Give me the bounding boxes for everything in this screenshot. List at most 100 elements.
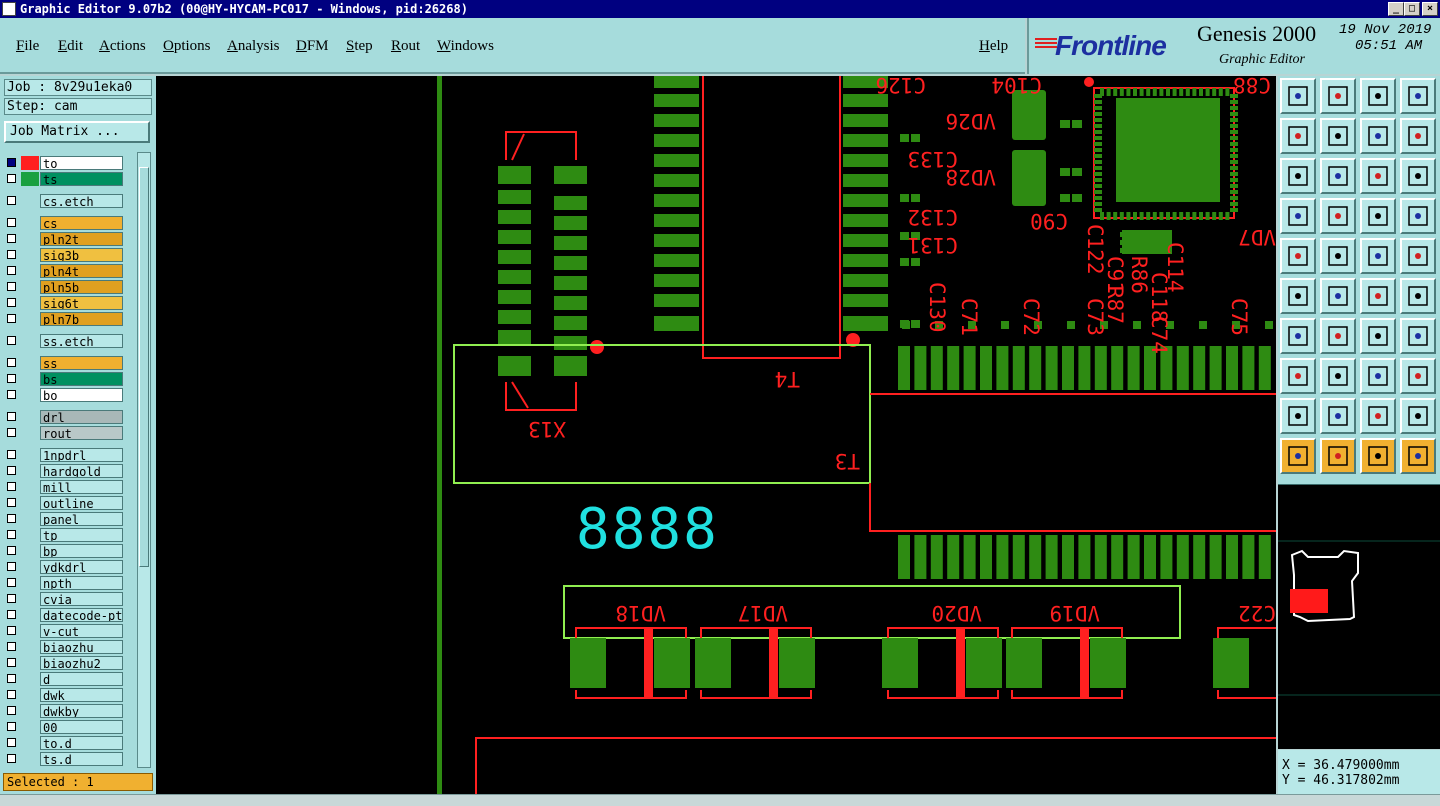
- box-tool-icon[interactable]: [1320, 238, 1356, 274]
- layer-row[interactable]: mill: [4, 480, 126, 495]
- layer-checkbox[interactable]: [7, 282, 16, 291]
- layer-color-swatch[interactable]: [21, 172, 39, 186]
- ref-label[interactable]: C75: [1227, 298, 1251, 336]
- layer-checkbox[interactable]: [7, 690, 16, 699]
- ref-label[interactable]: C114: [1163, 242, 1187, 293]
- split-tool-icon[interactable]: [1400, 78, 1436, 114]
- triangle-c-tool-icon[interactable]: [1400, 398, 1436, 434]
- page-right-tool-icon[interactable]: [1320, 118, 1356, 154]
- layer-name[interactable]: 1npdrl: [40, 448, 123, 462]
- ref-label[interactable]: C90: [1030, 209, 1068, 233]
- layer-name[interactable]: ts.d: [40, 752, 123, 766]
- grid-tool-icon[interactable]: [1320, 198, 1356, 234]
- layer-checkbox[interactable]: [7, 450, 16, 459]
- add-line-tool-icon[interactable]: [1360, 278, 1396, 314]
- layer-name[interactable]: ss: [40, 356, 123, 370]
- dot-tool-icon[interactable]: [1400, 238, 1436, 274]
- layer-row[interactable]: ts.d: [4, 752, 126, 767]
- layer-row[interactable]: npth: [4, 576, 126, 591]
- layer-row[interactable]: rout: [4, 426, 126, 441]
- layer-row[interactable]: ss.etch: [4, 334, 126, 349]
- rotate-tool-icon[interactable]: [1360, 118, 1396, 154]
- layer-checkbox[interactable]: [7, 626, 16, 635]
- layer-checkbox[interactable]: [7, 374, 16, 383]
- layer-checkbox[interactable]: [7, 578, 16, 587]
- layer-row[interactable]: pln5b: [4, 280, 126, 295]
- layer-name[interactable]: npth: [40, 576, 123, 590]
- route-tool-icon[interactable]: [1400, 438, 1436, 474]
- layer-name[interactable]: bs: [40, 372, 123, 386]
- ref-label[interactable]: C74: [1147, 316, 1171, 354]
- layer-checkbox[interactable]: [7, 428, 16, 437]
- layer-name[interactable]: pln2t: [40, 232, 123, 246]
- zoom-center-tool-icon[interactable]: [1320, 158, 1356, 194]
- layer-row[interactable]: datecode-ptc: [4, 608, 126, 623]
- gear-tool-icon[interactable]: [1400, 358, 1436, 394]
- scale-1to2-tool-icon[interactable]: [1360, 158, 1396, 194]
- ref-label[interactable]: C132: [907, 205, 958, 229]
- layer-row[interactable]: 00: [4, 720, 126, 735]
- layer-name[interactable]: bp: [40, 544, 123, 558]
- maximize-button[interactable]: □: [1404, 2, 1420, 16]
- select-poly-tool-icon[interactable]: [1360, 438, 1396, 474]
- layer-checkbox[interactable]: [7, 234, 16, 243]
- layer-row[interactable]: pln7b: [4, 312, 126, 327]
- ref-label[interactable]: T4: [775, 367, 800, 391]
- ref-label[interactable]: C104: [991, 76, 1042, 97]
- layer-checkbox[interactable]: [7, 754, 16, 763]
- cross-tool-icon[interactable]: [1320, 278, 1356, 314]
- component-t4[interactable]: [654, 76, 888, 359]
- layer-checkbox[interactable]: [7, 642, 16, 651]
- dash-tool-icon[interactable]: [1320, 358, 1356, 394]
- layer-checkbox[interactable]: [7, 738, 16, 747]
- layer-name[interactable]: bo: [40, 388, 123, 402]
- ref-label[interactable]: C71: [957, 298, 981, 336]
- ref-label[interactable]: C126: [875, 76, 926, 97]
- pcb-view[interactable]: C126 C104 C88VD26C133VD28C90C132C131 C122C9…: [156, 76, 1276, 794]
- layer-checkbox[interactable]: [7, 674, 16, 683]
- layer-checkbox[interactable]: [7, 250, 16, 259]
- arc-tool-icon[interactable]: [1360, 318, 1396, 354]
- menu-options[interactable]: Options: [163, 38, 211, 55]
- layer-name[interactable]: drl: [40, 410, 123, 424]
- layer-checkbox[interactable]: [7, 314, 16, 323]
- layer-checkbox[interactable]: [7, 498, 16, 507]
- ref-label[interactable]: VD17: [737, 601, 788, 625]
- layer-checkbox[interactable]: [7, 562, 16, 571]
- layer-name[interactable]: dwk: [40, 688, 123, 702]
- layer-name[interactable]: cvia: [40, 592, 123, 606]
- layer-scrollbar[interactable]: [137, 152, 151, 768]
- layer-checkbox[interactable]: [7, 218, 16, 227]
- layer-name[interactable]: datecode-ptc: [40, 608, 123, 622]
- layer-row[interactable]: tp: [4, 528, 126, 543]
- layer-row[interactable]: sig3b: [4, 248, 126, 263]
- node-link-tool-icon[interactable]: [1280, 278, 1316, 314]
- ref-label[interactable]: VD7: [1238, 225, 1276, 249]
- menu-windows[interactable]: Windows: [437, 38, 494, 55]
- layer-name[interactable]: pln4t: [40, 264, 123, 278]
- app-icon[interactable]: [2, 2, 16, 16]
- layer-checkbox[interactable]: [7, 658, 16, 667]
- layer-row[interactable]: ts: [4, 172, 126, 187]
- layer-row[interactable]: dwkby: [4, 704, 126, 719]
- ref-label[interactable]: C130: [925, 282, 949, 333]
- page-down-tool-icon[interactable]: [1320, 78, 1356, 114]
- select-box-tool-icon[interactable]: [1320, 438, 1356, 474]
- layer-name[interactable]: hardgold: [40, 464, 123, 478]
- layer-name[interactable]: d: [40, 672, 123, 686]
- layer-row[interactable]: dwk: [4, 688, 126, 703]
- layer-name[interactable]: pln7b: [40, 312, 123, 326]
- layer-row[interactable]: bs: [4, 372, 126, 387]
- layer-name[interactable]: outline: [40, 496, 123, 510]
- triangle-b-tool-icon[interactable]: [1360, 398, 1396, 434]
- menu-edit[interactable]: Edit: [58, 38, 83, 55]
- menu-rout[interactable]: Rout: [391, 38, 420, 55]
- layer-row[interactable]: sig6t: [4, 296, 126, 311]
- layer-checkbox[interactable]: [7, 390, 16, 399]
- layers-tool-icon[interactable]: [1360, 198, 1396, 234]
- layer-row[interactable]: to.d: [4, 736, 126, 751]
- layer-row[interactable]: 1npdrl: [4, 448, 126, 463]
- layer-name[interactable]: cs.etch: [40, 194, 123, 208]
- pad-add-tool-icon[interactable]: [1280, 358, 1316, 394]
- layers-alt-tool-icon[interactable]: [1400, 198, 1436, 234]
